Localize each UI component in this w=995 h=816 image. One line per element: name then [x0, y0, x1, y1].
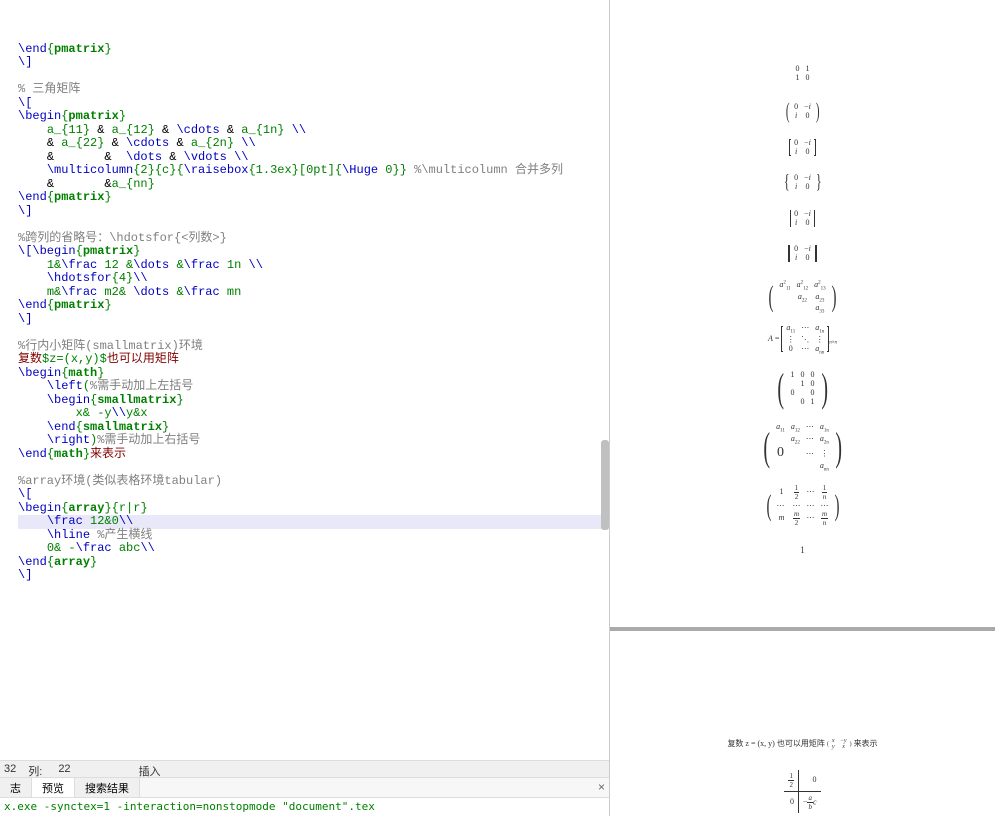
code-line[interactable]: \end{pmatrix}	[18, 191, 609, 205]
preview-page-2: 复数 z = (x, y) 也可以用矩阵 (x−yyx) 来表示 120 0−a…	[610, 0, 995, 816]
status-col-val: 22	[58, 763, 70, 775]
code-editor[interactable]: \end{pmatrix}\] % 三角矩阵\[\begin{pmatrix} …	[0, 0, 609, 760]
code-line[interactable]: \hline %产生横线	[18, 529, 609, 543]
tab-search-results[interactable]: 搜索结果	[75, 778, 140, 797]
code-line[interactable]	[18, 218, 609, 232]
code-line[interactable]: \[\begin{pmatrix}	[18, 245, 609, 259]
code-line[interactable]: \end{array}	[18, 556, 609, 570]
code-line[interactable]: \end{pmatrix}	[18, 299, 609, 313]
code-line[interactable]: \[	[18, 488, 609, 502]
code-line[interactable]: \]	[18, 56, 609, 70]
code-line[interactable]: \end{math}来表示	[18, 448, 609, 462]
code-line[interactable]	[18, 326, 609, 340]
code-line[interactable]: \end{pmatrix}	[18, 43, 609, 57]
code-line[interactable]: \frac 12&0\\	[18, 515, 609, 529]
code-line[interactable]: \left(%需手动加上左括号	[18, 380, 609, 394]
scrollbar-thumb[interactable]	[601, 440, 609, 530]
code-line[interactable]: x& -y\\y&x	[18, 407, 609, 421]
close-icon[interactable]: ×	[598, 780, 605, 794]
code-line[interactable]: & a_{22} & \cdots & a_{2n} \\	[18, 137, 609, 151]
code-line[interactable]	[18, 70, 609, 84]
code-line[interactable]: \begin{math}	[18, 367, 609, 381]
status-bar: 32 列: 22 插入	[0, 760, 609, 778]
code-line[interactable]: \]	[18, 313, 609, 327]
pdf-preview-pane[interactable]: 01 10 ( 0−i i0 ) 0−i i0 {	[610, 0, 995, 816]
code-line[interactable]: a_{11} & a_{12} & \cdots & a_{1n} \\	[18, 124, 609, 138]
code-line[interactable]: \begin{smallmatrix}	[18, 394, 609, 408]
code-line[interactable]: 1&\frac 12 &\dots &\frac 1n \\	[18, 259, 609, 273]
code-line[interactable]: \hdotsfor{4}\\	[18, 272, 609, 286]
code-line[interactable]: \]	[18, 569, 609, 583]
code-line[interactable]: %行内小矩阵(smallmatrix)环境	[18, 340, 609, 354]
inline-text-2: 来表示	[852, 739, 878, 748]
code-line[interactable]: \begin{array}{r|r}	[18, 502, 609, 516]
code-line[interactable]: \]	[18, 205, 609, 219]
code-line[interactable]: \right)%需手动加上右括号	[18, 434, 609, 448]
tab-log[interactable]: 志	[0, 778, 32, 797]
code-line[interactable]: & & \dots & \vdots \\	[18, 151, 609, 165]
code-line[interactable]	[18, 461, 609, 475]
status-col-label: 列:	[28, 763, 42, 775]
status-line: 32	[4, 763, 16, 775]
code-line[interactable]: \begin{pmatrix}	[18, 110, 609, 124]
code-line[interactable]: \multicolumn{2}{c}{\raisebox{1.3ex}[0pt]…	[18, 164, 609, 178]
log-output: x.exe -synctex=1 -interaction=nonstopmod…	[0, 798, 609, 816]
code-line[interactable]: & &a_{nn}	[18, 178, 609, 192]
bottom-tabs: 志 预览 搜索结果 ×	[0, 778, 609, 798]
inline-text-1: 复数 z = (x, y) 也可以用矩阵	[727, 739, 826, 748]
tab-preview[interactable]: 预览	[32, 778, 75, 797]
code-line[interactable]: 复数$z=(x,y)$也可以用矩阵	[18, 353, 609, 367]
code-line[interactable]: 0& -\frac abc\\	[18, 542, 609, 556]
status-mode: 插入	[139, 763, 161, 775]
code-line[interactable]: m&\frac m2& \dots &\frac mn	[18, 286, 609, 300]
left-pane: \end{pmatrix}\] % 三角矩阵\[\begin{pmatrix} …	[0, 0, 610, 816]
code-line[interactable]: % 三角矩阵	[18, 83, 609, 97]
code-line[interactable]: %array环境(类似表格环境tabular)	[18, 475, 609, 489]
code-line[interactable]: %跨列的省略号：\hdotsfor{<列数>}	[18, 232, 609, 246]
code-line[interactable]: \end{smallmatrix}	[18, 421, 609, 435]
code-line[interactable]: \[	[18, 97, 609, 111]
